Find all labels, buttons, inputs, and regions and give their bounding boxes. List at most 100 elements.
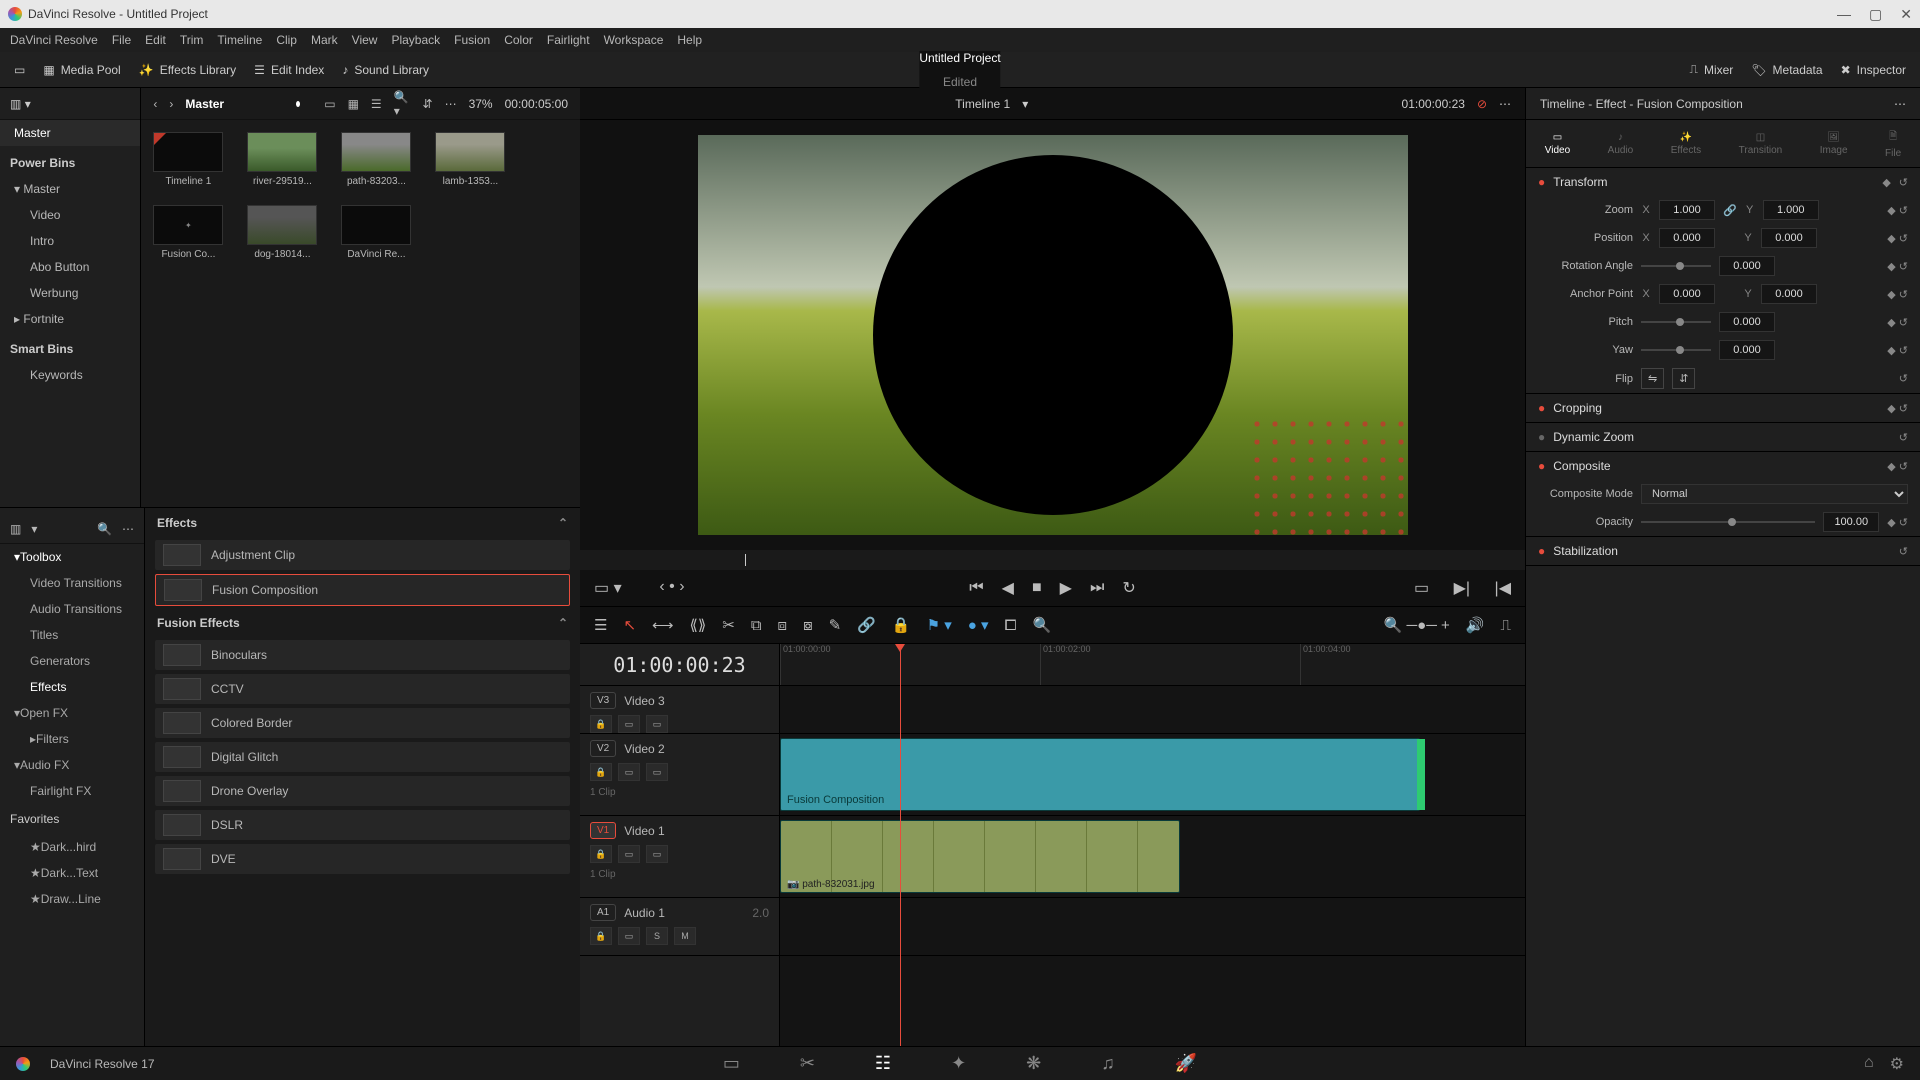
tab-audio[interactable]: ♪Audio: [1608, 132, 1634, 156]
effect-item[interactable]: Digital Glitch: [155, 742, 570, 772]
effect-item[interactable]: CCTV: [155, 674, 570, 704]
composite-header[interactable]: ●Composite◆ ↺: [1526, 452, 1920, 480]
metadata-button[interactable]: 🏷 Metadata: [1751, 62, 1822, 77]
nav-fwd-icon[interactable]: ›: [169, 97, 173, 111]
timeline-ruler[interactable]: 01:00:00:00 01:00:02:00 01:00:04:00: [780, 644, 1525, 686]
sidebar-icon[interactable]: ▥: [10, 97, 21, 111]
pos-x-input[interactable]: [1659, 228, 1715, 248]
cat-fairlightfx[interactable]: Fairlight FX: [0, 778, 144, 804]
cat-effects[interactable]: Effects: [0, 674, 144, 700]
clip-thumb[interactable]: dog-18014...: [247, 205, 317, 260]
clip-path-image[interactable]: 📷 path-832031.jpg: [780, 820, 1180, 893]
flip-v-button[interactable]: ⇵: [1672, 368, 1695, 389]
chevron-down-icon[interactable]: ▾: [25, 97, 31, 111]
cat-generators[interactable]: Generators: [0, 648, 144, 674]
track-head-v1[interactable]: V1Video 1 🔒▭▭ 1 Clip: [580, 816, 779, 898]
anchor-x-input[interactable]: [1659, 284, 1715, 304]
bin-abo[interactable]: Abo Button: [0, 254, 140, 280]
search-icon[interactable]: 🔍: [97, 522, 112, 536]
menu-item[interactable]: Fusion: [454, 33, 490, 47]
view-metadata-icon[interactable]: ▭: [324, 97, 335, 111]
color-page-button[interactable]: ❋: [1026, 1053, 1041, 1074]
deliver-page-button[interactable]: 🚀: [1175, 1053, 1197, 1074]
opacity-slider[interactable]: [1641, 521, 1815, 523]
menu-item[interactable]: Playback: [391, 33, 440, 47]
fairlight-page-button[interactable]: ♫: [1101, 1053, 1115, 1074]
viewer[interactable]: [580, 120, 1525, 550]
playhead[interactable]: [900, 644, 901, 1046]
track-head-a1[interactable]: A1Audio 12.0 🔒▭SM: [580, 898, 779, 956]
tab-video[interactable]: ▭Video: [1545, 132, 1570, 156]
razor-icon[interactable]: ✎: [829, 616, 842, 634]
anchor-y-input[interactable]: [1761, 284, 1817, 304]
breadcrumb-master[interactable]: Master: [185, 97, 224, 111]
track-v2[interactable]: Fusion Composition: [780, 734, 1525, 816]
transform-header[interactable]: ●Transform◆↺: [1526, 168, 1920, 196]
cut-page-button[interactable]: ✂: [800, 1053, 815, 1074]
more-icon[interactable]: ⋯: [122, 522, 134, 536]
loop-button[interactable]: ↻: [1122, 578, 1135, 598]
menu-item[interactable]: Edit: [145, 33, 166, 47]
track-v3[interactable]: [780, 686, 1525, 734]
sort-icon[interactable]: ⇵: [423, 97, 433, 111]
bin-master[interactable]: ▾ Master: [0, 176, 140, 202]
effect-adjustment-clip[interactable]: Adjustment Clip: [155, 540, 570, 570]
fav-item[interactable]: ★ Dark...Text: [0, 860, 144, 886]
zoom-level[interactable]: 37%: [469, 97, 493, 111]
search-icon[interactable]: 🔍 ▾: [394, 90, 411, 118]
customize-icon[interactable]: ⎍: [1500, 617, 1511, 634]
clip-fusion-composition[interactable]: Fusion Composition: [780, 738, 1420, 811]
arrow-tool[interactable]: ↖: [623, 616, 636, 634]
pitch-slider[interactable]: [1641, 321, 1711, 323]
track-head-v3[interactable]: V3Video 3 🔒▭▭: [580, 686, 779, 734]
home-button[interactable]: ⌂: [1864, 1054, 1874, 1074]
dynzoom-header[interactable]: ●Dynamic Zoom↺: [1526, 423, 1920, 451]
effect-item[interactable]: DVE: [155, 844, 570, 874]
menu-item[interactable]: Fairlight: [547, 33, 590, 47]
menu-item[interactable]: File: [112, 33, 131, 47]
prev-frame-button[interactable]: ◀: [1002, 578, 1014, 598]
tab-file[interactable]: 🗎File: [1885, 129, 1901, 159]
more-icon[interactable]: ⋯: [1499, 97, 1511, 111]
mixer-button[interactable]: ⎍ Mixer: [1690, 62, 1734, 77]
audio-icon[interactable]: 🔊: [1466, 616, 1485, 634]
effects-library-button[interactable]: ✨ Effects Library: [139, 63, 236, 77]
menu-item[interactable]: Clip: [276, 33, 297, 47]
cat-titles[interactable]: Titles: [0, 622, 144, 648]
zoom-y-input[interactable]: [1763, 200, 1819, 220]
effect-item[interactable]: Colored Border: [155, 708, 570, 738]
insert-tool[interactable]: ⧉: [751, 617, 762, 634]
overlay-icon[interactable]: ▭: [1414, 578, 1429, 598]
replace-tool[interactable]: ⧇: [803, 617, 813, 634]
marker-icon[interactable]: ● ▾: [968, 616, 989, 634]
keyframe-icon[interactable]: ◆: [1882, 176, 1890, 189]
sound-library-button[interactable]: ♪ Sound Library: [342, 63, 429, 77]
bin-fortnite[interactable]: ▸ Fortnite: [0, 306, 140, 332]
blade-tool[interactable]: ✂: [722, 616, 735, 634]
nav-back-icon[interactable]: ‹: [153, 97, 157, 111]
bin-video[interactable]: Video: [0, 202, 140, 228]
pitch-input[interactable]: [1719, 312, 1775, 332]
close-button[interactable]: ✕: [1900, 6, 1912, 23]
fav-item[interactable]: ★ Draw...Line: [0, 886, 144, 912]
track-v1[interactable]: 📷 path-832031.jpg: [780, 816, 1525, 898]
edit-index-button[interactable]: ☰ Edit Index: [254, 63, 324, 77]
edit-page-button[interactable]: ☷: [875, 1053, 891, 1074]
timeline-name[interactable]: Timeline 1: [955, 97, 1010, 111]
sidebar-icon[interactable]: ▥: [10, 522, 21, 536]
tab-effects[interactable]: ✨Effects: [1671, 132, 1701, 156]
effect-item[interactable]: Drone Overlay: [155, 776, 570, 806]
match-frame-icon[interactable]: ▭ ▾: [594, 578, 622, 598]
menu-item[interactable]: Workspace: [604, 33, 664, 47]
yaw-input[interactable]: [1719, 340, 1775, 360]
stabilization-header[interactable]: ●Stabilization↺: [1526, 537, 1920, 565]
fusion-page-button[interactable]: ✦: [951, 1053, 966, 1074]
link-icon[interactable]: 🔗: [857, 616, 876, 634]
view-thumb-icon[interactable]: ▦: [348, 97, 359, 111]
cat-filters[interactable]: ▸ Filters: [0, 726, 144, 752]
maximize-button[interactable]: ▢: [1869, 6, 1882, 23]
chevron-icon[interactable]: ▾: [31, 522, 37, 536]
smartbin-keywords[interactable]: Keywords: [0, 362, 140, 388]
dropdown-icon[interactable]: ▾: [1022, 97, 1028, 111]
effect-item[interactable]: Binoculars: [155, 640, 570, 670]
